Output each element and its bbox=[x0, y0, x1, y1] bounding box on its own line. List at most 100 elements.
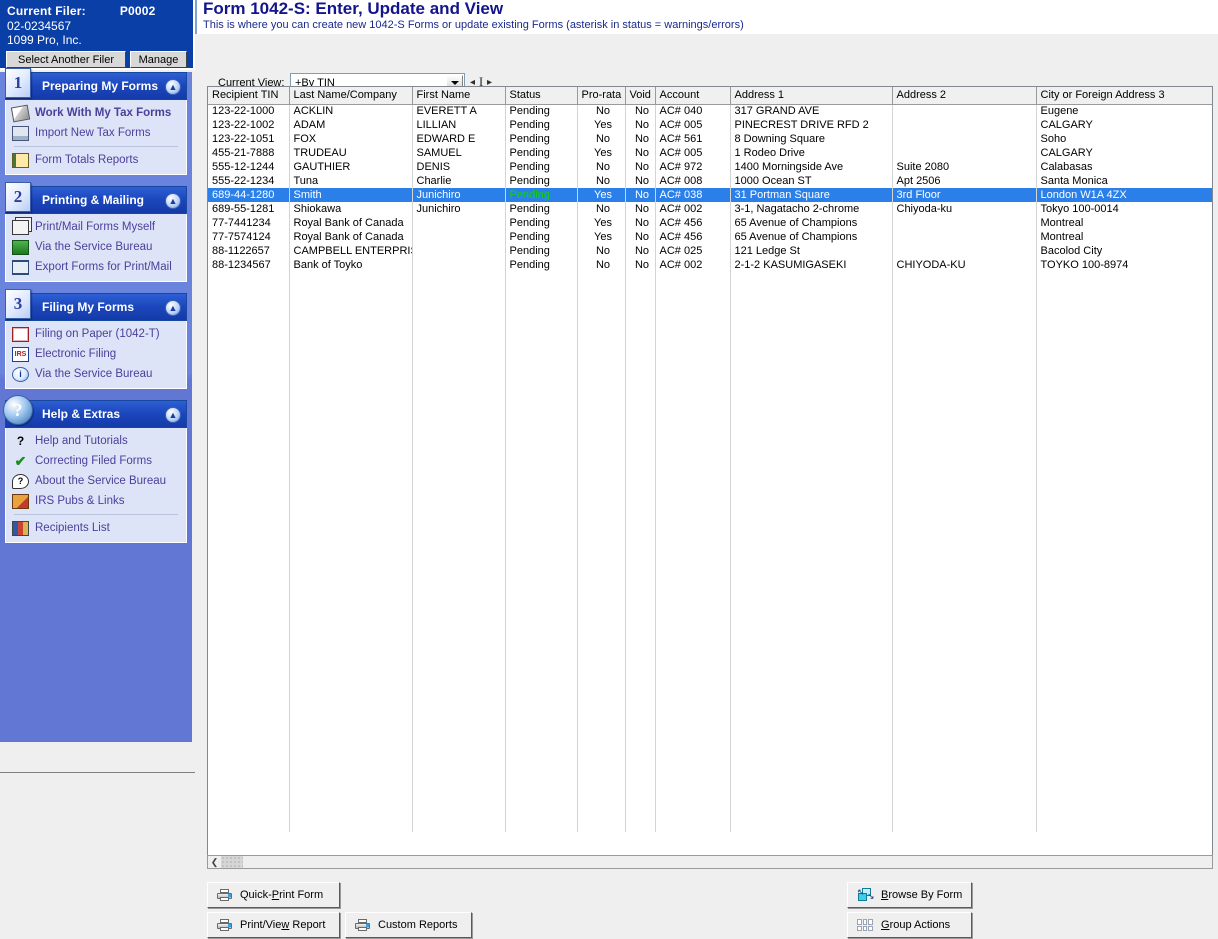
irs-icon: IRS bbox=[12, 346, 29, 362]
nav-group-header-1[interactable]: 1 Preparing My Forms ▲ bbox=[5, 68, 187, 100]
column-header[interactable]: Account bbox=[655, 87, 731, 105]
pubs-links-icon bbox=[12, 493, 29, 509]
printer-icon bbox=[217, 919, 232, 931]
table-row[interactable]: 123-22-1000 ACKLIN EVERETT A Pending No No AC#… bbox=[208, 104, 1212, 118]
horizontal-scrollbar[interactable]: ❮ bbox=[207, 855, 1213, 869]
select-another-filer-button[interactable]: Select Another Filer bbox=[6, 51, 126, 68]
chevron-up-icon[interactable]: ▲ bbox=[165, 407, 181, 423]
nav-group-header-4[interactable]: ? Help & Extras ▲ bbox=[3, 395, 187, 428]
cell-first bbox=[412, 258, 506, 272]
cell-tin: 455-21-7888 bbox=[208, 146, 290, 160]
main-content: Form 1042-S: Enter, Update and View This… bbox=[195, 0, 1218, 939]
column-header[interactable]: Void bbox=[625, 87, 656, 105]
sidebar-item-correcting-filed-forms[interactable]: ✔ Correcting Filed Forms bbox=[6, 451, 186, 471]
forms-grid[interactable]: Recipient TIN Last Name/Company First Name… bbox=[207, 86, 1213, 866]
cell-tin: 123-22-1002 bbox=[208, 118, 290, 132]
print-mail-icon bbox=[12, 219, 29, 235]
table-row[interactable]: 689-44-1280 Smith Junichiro Pending Yes No AC#… bbox=[208, 188, 1212, 202]
print-view-report-button[interactable]: Print/View Report bbox=[207, 912, 340, 938]
cell-tin: 689-55-1281 bbox=[208, 202, 290, 216]
column-header[interactable]: Pro-rata bbox=[577, 87, 626, 105]
chevron-up-icon[interactable]: ▲ bbox=[165, 300, 181, 316]
browse-by-form-label: Browse By Form bbox=[881, 889, 962, 901]
scroll-left-icon[interactable]: ❮ bbox=[208, 856, 221, 868]
page-header: Form 1042-S: Enter, Update and View This… bbox=[195, 0, 1218, 34]
column-header[interactable]: Status bbox=[505, 87, 578, 105]
sidebar-item-form-totals-reports[interactable]: Form Totals Reports bbox=[6, 150, 186, 170]
table-row[interactable]: 555-12-1244 GAUTHIER DENIS Pending No No AC# 9… bbox=[208, 160, 1212, 174]
sidebar-item-export-forms-for-print-mail[interactable]: Export Forms for Print/Mail bbox=[6, 257, 186, 277]
column-header[interactable]: City or Foreign Address 3 bbox=[1036, 87, 1212, 105]
table-row[interactable]: 455-21-7888 TRUDEAU SAMUEL Pending Yes No AC# … bbox=[208, 146, 1212, 160]
chevron-up-icon[interactable]: ▲ bbox=[165, 79, 181, 95]
column-header[interactable]: Recipient TIN bbox=[208, 87, 290, 105]
sidebar-item-label: Import New Tax Forms bbox=[35, 127, 151, 139]
column-header[interactable]: Last Name/Company bbox=[289, 87, 413, 105]
cell-void: No bbox=[625, 188, 656, 202]
cell-last: TRUDEAU bbox=[289, 146, 413, 160]
cell-first: Charlie bbox=[412, 174, 506, 188]
cell-account: AC# 025 bbox=[655, 244, 731, 258]
table-row[interactable]: 689-55-1281 Shiokawa Junichiro Pending No No A… bbox=[208, 202, 1212, 216]
cell-city: Eugene bbox=[1036, 104, 1212, 118]
cell-addr1: 3-1, Nagatacho 2-chrome bbox=[730, 202, 893, 216]
sidebar-item-label: Export Forms for Print/Mail bbox=[35, 261, 172, 273]
cell-prorata: No bbox=[577, 174, 626, 188]
pv-pre: Print/Vie bbox=[240, 919, 282, 931]
chevron-up-icon[interactable]: ▲ bbox=[165, 193, 181, 209]
cell-account: AC# 008 bbox=[655, 174, 731, 188]
sidebar-item-via-the-service-bureau[interactable]: i Via the Service Bureau bbox=[6, 364, 186, 384]
sidebar-item-electronic-filing[interactable]: IRS Electronic Filing bbox=[6, 344, 186, 364]
sidebar-item-about-the-service-bureau[interactable]: ? About the Service Bureau bbox=[6, 471, 186, 491]
cell-last: GAUTHIER bbox=[289, 160, 413, 174]
table-row[interactable]: 88-1122657 CAMPBELL ENTERPRISE Pending No No… bbox=[208, 244, 1212, 258]
current-filer-label: Current Filer: bbox=[7, 4, 86, 18]
sidebar-item-recipients-list[interactable]: Recipients List bbox=[6, 518, 186, 538]
sidebar-item-via-the-service-bureau[interactable]: Via the Service Bureau bbox=[6, 237, 186, 257]
import-icon bbox=[12, 125, 29, 141]
table-row[interactable]: 77-7441234 Royal Bank of Canada Pending Yes… bbox=[208, 216, 1212, 230]
table-row[interactable]: 123-22-1002 ADAM LILLIAN Pending Yes No AC# 00… bbox=[208, 118, 1212, 132]
manage-filer-button[interactable]: Manage bbox=[130, 51, 187, 68]
column-header[interactable]: First Name bbox=[412, 87, 506, 105]
sidebar-item-work-with-my-tax-forms[interactable]: Work With My Tax Forms bbox=[6, 103, 186, 123]
table-row[interactable]: 77-7574124 Royal Bank of Canada Pending Yes… bbox=[208, 230, 1212, 244]
sidebar-item-import-new-tax-forms[interactable]: Import New Tax Forms bbox=[6, 123, 186, 143]
paper-filing-icon bbox=[12, 326, 29, 342]
table-row[interactable]: 555-22-1234 Tuna Charlie Pending No No AC# 008… bbox=[208, 174, 1212, 188]
cell-void: No bbox=[625, 258, 656, 272]
sidebar-item-filing-on-paper-1042-t[interactable]: Filing on Paper (1042-T) bbox=[6, 324, 186, 344]
cell-city: Bacolod City bbox=[1036, 244, 1212, 258]
view-toolbar: Current View: +By TIN ◂ I ▸ Search TIN: … bbox=[195, 34, 1218, 116]
table-row[interactable]: 123-22-1051 FOX EDWARD E Pending No No AC# 561… bbox=[208, 132, 1212, 146]
cell-last: Royal Bank of Canada bbox=[289, 230, 413, 244]
quick-print-form-button[interactable]: Quick-Print Form bbox=[207, 882, 340, 908]
cell-status: Pending bbox=[505, 174, 578, 188]
sidebar-item-help-and-tutorials[interactable]: ? Help and Tutorials bbox=[6, 431, 186, 451]
group-actions-button[interactable]: Group Actions bbox=[847, 912, 972, 938]
cell-addr2 bbox=[892, 132, 1037, 146]
page-subtitle: This is where you can create new 1042-S … bbox=[203, 19, 744, 31]
column-header[interactable]: Address 1 bbox=[730, 87, 893, 105]
sidebar: Current Filer: P0002 02-0234567 1099 Pro,… bbox=[0, 0, 195, 939]
sidebar-item-print-mail-forms-myself[interactable]: Print/Mail Forms Myself bbox=[6, 217, 186, 237]
column-header[interactable]: Address 2 bbox=[892, 87, 1037, 105]
cell-tin: 77-7574124 bbox=[208, 230, 290, 244]
cell-status: Pending bbox=[505, 132, 578, 146]
nav-group-2: 2 Printing & Mailing ▲ Print/Mail Forms Mys… bbox=[5, 182, 187, 282]
sidebar-item-irs-pubs-links[interactable]: IRS Pubs & Links bbox=[6, 491, 186, 511]
question-mark-icon: ? bbox=[16, 433, 25, 448]
info-icon: i bbox=[12, 366, 29, 382]
browse-by-form-button[interactable]: ↖ ↘ Browse By Form bbox=[847, 882, 972, 908]
nav-group-header-3[interactable]: 3 Filing My Forms ▲ bbox=[5, 289, 187, 321]
cell-addr1: PINECREST DRIVE RFD 2 bbox=[730, 118, 893, 132]
nav-group-header-2[interactable]: 2 Printing & Mailing ▲ bbox=[5, 182, 187, 214]
cell-prorata: No bbox=[577, 258, 626, 272]
cell-city: Santa Monica bbox=[1036, 174, 1212, 188]
custom-reports-button[interactable]: Custom Reports bbox=[345, 912, 472, 938]
scrollbar-thumb[interactable] bbox=[221, 856, 243, 868]
cell-last: Tuna bbox=[289, 174, 413, 188]
cell-empty bbox=[730, 272, 893, 832]
nav-divider bbox=[14, 146, 178, 147]
table-row[interactable]: 88-1234567 Bank of Toyko Pending No No AC# 00… bbox=[208, 258, 1212, 272]
